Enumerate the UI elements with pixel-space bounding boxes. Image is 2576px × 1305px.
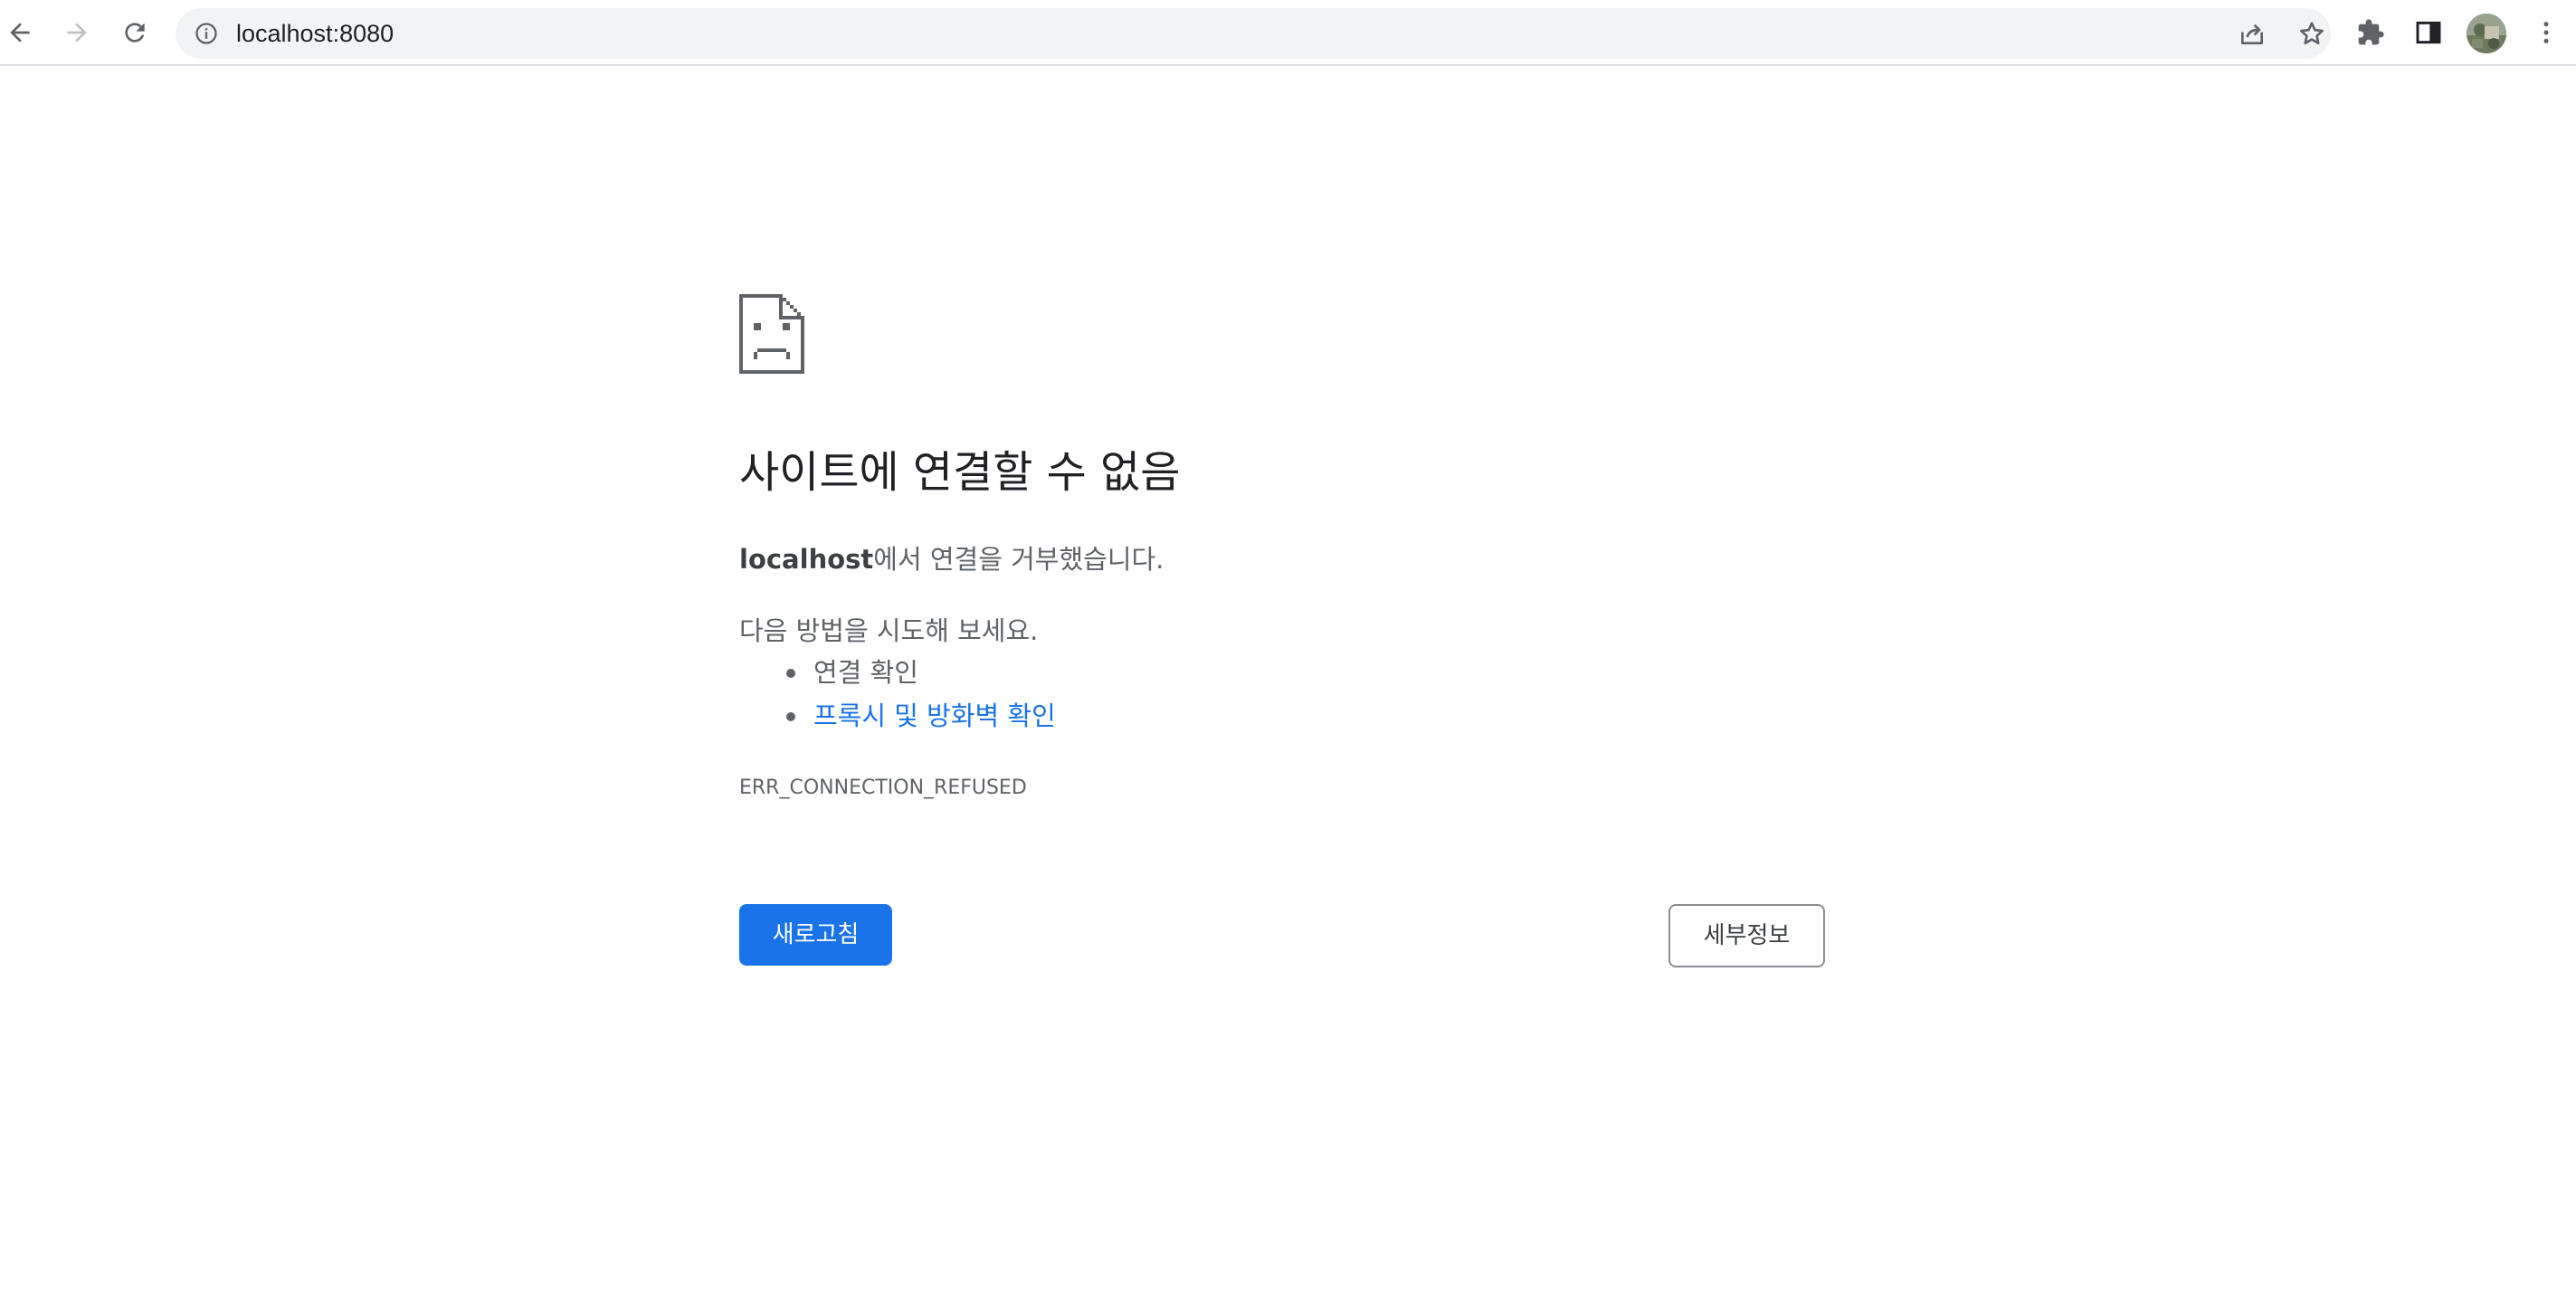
reload-button[interactable] — [113, 11, 157, 54]
side-panel-button[interactable] — [2407, 11, 2450, 54]
info-icon[interactable] — [194, 21, 219, 46]
menu-button[interactable] — [2524, 11, 2568, 54]
suggestions-list: 연결 확인 프록시 및 방화벽 확인 — [739, 654, 1056, 741]
bullet-icon — [786, 669, 795, 678]
kebab-menu-icon — [2543, 22, 2549, 43]
error-heading: 사이트에 연결할 수 없음 — [739, 447, 1181, 498]
side-panel-icon — [2416, 21, 2441, 44]
error-code: ERR_CONNECTION_REFUSED — [739, 776, 1027, 799]
error-summary: localhost에서 연결을 거부했습니다. — [739, 541, 1164, 577]
avatar[interactable] — [2467, 14, 2506, 53]
browser-window: localhost:8080 사이트에 연결할 수 없음 localhost에서… — [0, 0, 2576, 1305]
reload-page-button[interactable]: 새로고침 — [739, 904, 892, 966]
arrow-left-icon — [10, 23, 30, 43]
puzzle-icon — [2358, 19, 2384, 45]
details-button[interactable]: 세부정보 — [1668, 904, 1825, 967]
sad-document-icon — [739, 294, 804, 374]
proxy-firewall-link[interactable]: 프록시 및 방화벽 확인 — [813, 700, 1056, 731]
suggestion-check-proxy-firewall: 프록시 및 방화벽 확인 — [739, 698, 1056, 741]
back-button[interactable] — [0, 11, 42, 54]
error-summary-text: 에서 연결을 거부했습니다. — [873, 544, 1164, 575]
share-icon[interactable] — [2238, 19, 2267, 48]
error-host: localhost — [739, 544, 874, 575]
browser-toolbar: localhost:8080 — [0, 0, 2576, 66]
bullet-icon — [786, 712, 795, 721]
address-bar[interactable]: localhost:8080 — [176, 8, 2331, 59]
reload-icon — [125, 23, 145, 43]
url-text[interactable]: localhost:8080 — [236, 8, 394, 59]
profile-photo — [2467, 14, 2506, 53]
star-icon[interactable] — [2297, 19, 2326, 48]
suggestions-title: 다음 방법을 시도해 보세요. — [739, 615, 1039, 646]
arrow-right-icon — [67, 23, 87, 43]
forward-button[interactable] — [55, 11, 99, 54]
suggestion-check-connection: 연결 확인 — [739, 654, 1056, 698]
extensions-button[interactable] — [2349, 11, 2392, 54]
suggestion-label: 연결 확인 — [813, 657, 918, 688]
